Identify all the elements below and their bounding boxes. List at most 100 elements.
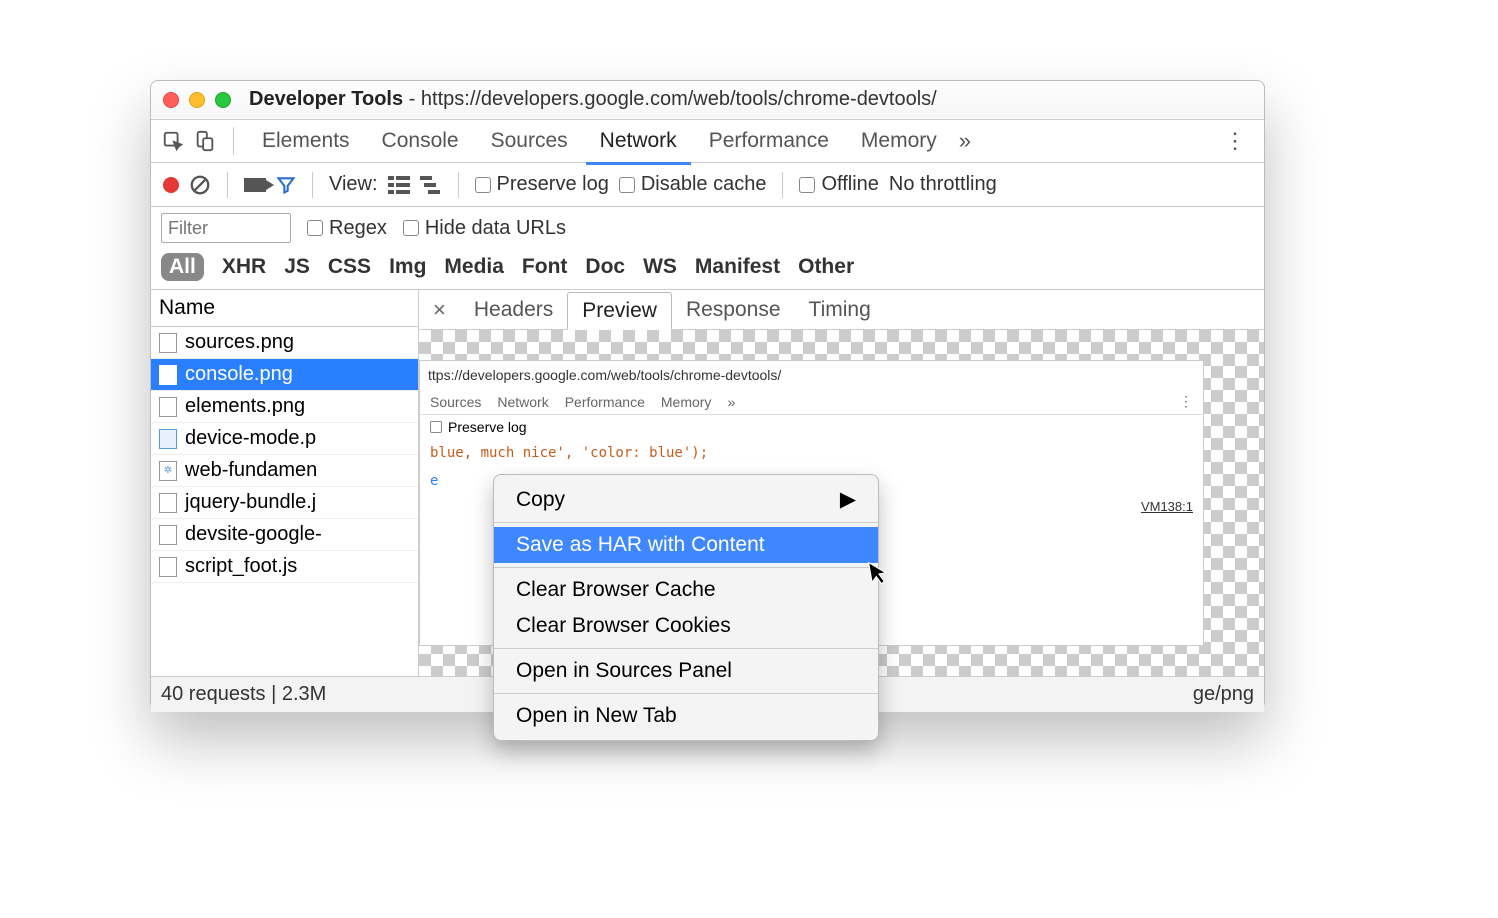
hide-data-urls-label: Hide data URLs — [425, 217, 566, 240]
preview-mini-tabs: Sources Network Performance Memory » ⋮ — [420, 389, 1203, 415]
file-icon — [159, 429, 177, 449]
window-controls — [163, 92, 231, 108]
mini-tab-overflow: » — [727, 394, 735, 410]
list-item[interactable]: elements.png — [151, 391, 418, 423]
view-waterfall-icon[interactable] — [420, 176, 442, 194]
detail-tab-timing[interactable]: Timing — [795, 292, 885, 328]
ctx-open-sources[interactable]: Open in Sources Panel — [494, 653, 878, 689]
view-list-icon[interactable] — [388, 176, 410, 194]
close-window-icon[interactable] — [163, 92, 179, 108]
file-icon — [159, 525, 177, 545]
detail-tabs: × Headers Preview Response Timing — [419, 290, 1264, 330]
preview-mini-bar: Preserve log — [420, 415, 1203, 439]
mini-checkbox — [430, 421, 442, 433]
regex-checkbox[interactable]: Regex — [307, 217, 387, 240]
tab-network[interactable]: Network — [586, 121, 691, 165]
devtools-window: Developer Tools - https://developers.goo… — [150, 80, 1265, 710]
throttling-select[interactable]: No throttling — [889, 173, 997, 196]
disable-cache-checkbox[interactable]: Disable cache — [619, 173, 767, 196]
list-item[interactable]: devsite-google- — [151, 519, 418, 551]
ctx-save-har[interactable]: Save as HAR with Content — [494, 527, 878, 563]
detail-tab-response[interactable]: Response — [672, 292, 795, 328]
file-name: elements.png — [185, 395, 305, 418]
filter-input[interactable] — [161, 213, 291, 243]
window-title: Developer Tools - https://developers.goo… — [249, 88, 937, 111]
clear-icon[interactable] — [189, 174, 211, 196]
tab-memory[interactable]: Memory — [847, 121, 951, 161]
type-filter-media[interactable]: Media — [444, 255, 504, 279]
record-icon[interactable] — [163, 177, 179, 193]
list-item[interactable]: script_foot.js — [151, 551, 418, 583]
type-filter-other[interactable]: Other — [798, 255, 854, 279]
list-item[interactable]: console.png — [151, 359, 418, 391]
inspect-icon[interactable] — [159, 127, 187, 155]
separator — [227, 172, 228, 198]
type-filter-css[interactable]: CSS — [328, 255, 371, 279]
mini-tab: Network — [497, 394, 548, 410]
device-toggle-icon[interactable] — [191, 127, 219, 155]
camera-icon[interactable] — [244, 178, 266, 192]
app-name: Developer Tools — [249, 88, 403, 110]
type-filter-ws[interactable]: WS — [643, 255, 677, 279]
filter-icon[interactable] — [276, 175, 296, 195]
ctx-label: Save as HAR with Content — [516, 533, 765, 557]
hide-data-urls-checkbox[interactable]: Hide data URLs — [403, 217, 566, 240]
type-filter-manifest[interactable]: Manifest — [695, 255, 780, 279]
file-name: device-mode.p — [185, 427, 316, 450]
ctx-clear-cache[interactable]: Clear Browser Cache — [494, 572, 878, 608]
ctx-clear-cookies[interactable]: Clear Browser Cookies — [494, 608, 878, 644]
detail-tab-preview[interactable]: Preview — [567, 292, 672, 330]
preview-console-line: blue, much nice', 'color: blue'); — [420, 439, 1203, 467]
name-column-header[interactable]: Name — [151, 290, 418, 327]
file-name: web-fundamen — [185, 459, 317, 482]
type-filter-doc[interactable]: Doc — [585, 255, 625, 279]
regex-label: Regex — [329, 217, 387, 240]
file-icon — [159, 397, 177, 417]
tab-console[interactable]: Console — [368, 121, 473, 161]
tabs-overflow-icon[interactable]: » — [959, 128, 971, 154]
window-url: https://developers.google.com/web/tools/… — [421, 88, 937, 110]
tab-elements[interactable]: Elements — [248, 121, 364, 161]
type-filter-js[interactable]: JS — [284, 255, 310, 279]
type-filter-all[interactable]: All — [161, 253, 204, 281]
detail-tab-headers[interactable]: Headers — [460, 292, 567, 328]
ctx-divider — [494, 567, 878, 568]
file-icon — [159, 333, 177, 353]
list-item[interactable]: sources.png — [151, 327, 418, 359]
ctx-label: Clear Browser Cookies — [516, 614, 731, 638]
ctx-copy[interactable]: Copy ▶ — [494, 481, 878, 518]
close-detail-icon[interactable]: × — [419, 297, 460, 323]
ctx-open-tab[interactable]: Open in New Tab — [494, 698, 878, 734]
context-menu: Copy ▶ Save as HAR with Content Clear Br… — [493, 474, 879, 741]
separator — [458, 172, 459, 198]
file-name: script_foot.js — [185, 555, 297, 578]
mini-tab: Memory — [661, 394, 712, 410]
list-item[interactable]: jquery-bundle.j — [151, 487, 418, 519]
preview-title: ttps://developers.google.com/web/tools/c… — [420, 361, 1203, 389]
type-filter-font[interactable]: Font — [522, 255, 567, 279]
offline-checkbox[interactable]: Offline — [799, 173, 878, 196]
disable-cache-label: Disable cache — [641, 173, 767, 196]
zoom-window-icon[interactable] — [215, 92, 231, 108]
type-filter-img[interactable]: Img — [389, 255, 426, 279]
tab-sources[interactable]: Sources — [477, 121, 582, 161]
ctx-divider — [494, 648, 878, 649]
ctx-label: Clear Browser Cache — [516, 578, 716, 602]
mini-tab: Performance — [565, 394, 645, 410]
file-icon — [159, 365, 177, 385]
type-filter-xhr[interactable]: XHR — [222, 255, 266, 279]
mini-tab: Sources — [430, 394, 481, 410]
list-item[interactable]: ✲ web-fundamen — [151, 455, 418, 487]
mini-preserve-label: Preserve log — [448, 419, 527, 435]
network-toolbar: View: Preserve log Disable cache Offline… — [151, 163, 1264, 207]
code-text-2: e — [430, 473, 438, 489]
preserve-log-checkbox[interactable]: Preserve log — [475, 173, 609, 196]
tab-performance[interactable]: Performance — [695, 121, 843, 161]
kebab-menu-icon[interactable]: ⋮ — [1224, 128, 1256, 154]
mini-kebab-icon: ⋮ — [1179, 393, 1193, 410]
list-item[interactable]: device-mode.p — [151, 423, 418, 455]
ctx-divider — [494, 693, 878, 694]
minimize-window-icon[interactable] — [189, 92, 205, 108]
gear-icon: ✲ — [159, 461, 177, 481]
separator — [782, 172, 783, 198]
